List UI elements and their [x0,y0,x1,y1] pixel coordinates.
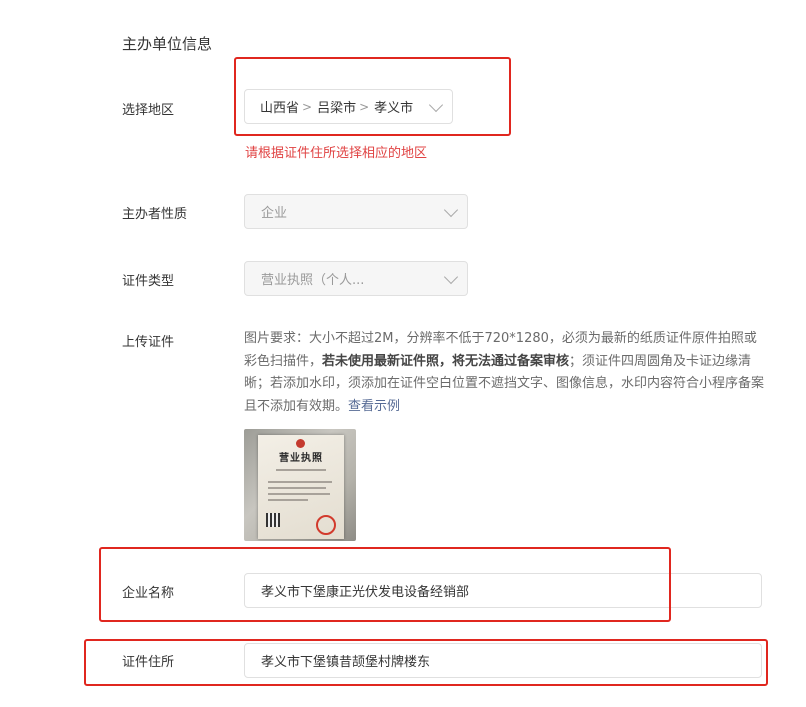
upload-desc-warning: 若未使用最新证件照，将无法通过备案审核 [322,353,570,369]
region-label: 选择地区 [122,103,175,118]
qr-code-icon [266,513,280,527]
upload-label: 上传证件 [122,335,175,350]
region-province: 山西省 [260,101,300,116]
address-input[interactable]: 孝义市下堡镇昔颉堡村牌楼东 [244,643,762,678]
chevron-down-icon [443,202,459,217]
region-select[interactable]: 山西省 > 吕梁市 > 孝义市 [244,89,453,124]
region-hint: 请根据证件住所选择相应的地区 [245,146,428,161]
cert-type-label: 证件类型 [122,274,175,289]
address-value: 孝义市下堡镇昔颉堡村牌楼东 [261,655,431,670]
cert-type-select[interactable]: 营业执照（个人... [244,261,468,296]
uploaded-license-image[interactable]: 营业执照 [244,429,356,541]
company-label: 企业名称 [122,586,175,601]
national-emblem-icon [296,439,305,448]
upload-description: 图片要求：大小不超过2M，分辨率不低于720*1280，必须为最新的纸质证件原件… [244,328,769,418]
region-city: 吕梁市 [317,101,357,116]
address-label: 证件住所 [122,655,175,670]
chevron-down-icon [428,97,444,112]
nature-value: 企业 [261,206,288,221]
license-title: 营业执照 [279,453,323,464]
region-separator-icon: > [302,99,313,114]
region-county: 孝义市 [374,101,414,116]
nature-select[interactable]: 企业 [244,194,468,229]
section-title: 主办单位信息 [122,35,213,53]
chevron-down-icon [443,269,459,284]
seal-icon [316,515,336,535]
company-name-value: 孝义市下堡康正光伏发电设备经销部 [261,585,470,600]
region-separator-icon: > [359,99,370,114]
company-name-input[interactable]: 孝义市下堡康正光伏发电设备经销部 [244,573,762,608]
view-example-link[interactable]: 查看示例 [348,399,400,414]
cert-type-value: 营业执照（个人... [261,273,365,288]
nature-label: 主办者性质 [122,207,188,222]
